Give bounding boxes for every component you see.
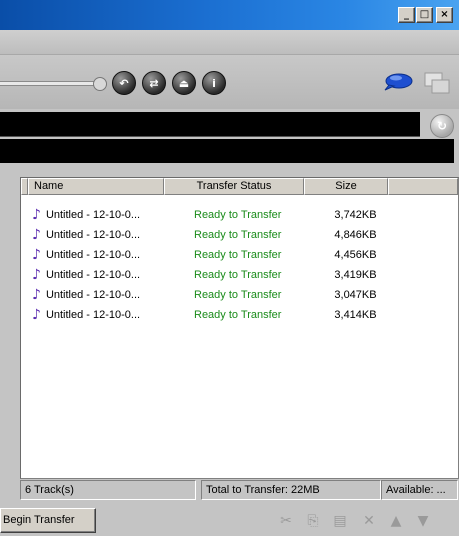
chat-bubble-icon[interactable] [383,73,413,91]
table-row[interactable]: ♪ Untitled - 12-10-0... Ready to Transfer 4… [21,245,458,265]
track-name-cell: ♪ Untitled - 12-10-0... [21,308,183,322]
track-size: 3,047KB [334,289,377,301]
window-titlebar: _ □ × [0,0,459,30]
track-name-cell: ♪ Untitled - 12-10-0... [21,268,183,282]
eject-button[interactable]: ⏏ [172,71,196,95]
display-field-top [0,112,420,137]
seek-track[interactable] [0,81,94,86]
sync-button[interactable]: ⇄ [142,71,166,95]
maximize-button[interactable]: □ [416,7,433,23]
close-icon: × [440,9,449,20]
track-name: Untitled - 12-10-0... [45,289,141,301]
music-note-icon: ♪ [32,307,41,323]
minimize-button[interactable]: _ [398,7,415,23]
header-spacer [21,178,28,195]
track-name: Untitled - 12-10-0... [45,209,141,221]
begin-transfer-button[interactable]: Begin Transfer [0,508,96,533]
track-name: Untitled - 12-10-0... [45,309,141,321]
move-down-icon[interactable]: ▼ [413,512,433,530]
table-row[interactable]: ♪ Untitled - 12-10-0... Ready to Transfer 4… [21,225,458,245]
column-header-extra[interactable] [388,178,458,195]
display-field-bottom [0,139,454,163]
list-header: Name Transfer Status Size [21,178,458,195]
sync-icon: ⇄ [149,76,159,90]
move-up-icon[interactable]: ▲ [386,512,406,530]
total-to-transfer: Total to Transfer: 22MB [201,480,381,500]
music-note-icon: ♪ [32,267,41,283]
eject-icon: ⏏ [178,76,190,90]
paste-icon[interactable]: ▤ [330,512,350,530]
seek-handle[interactable] [93,77,107,91]
track-size: 3,742KB [334,209,377,221]
track-name: Untitled - 12-10-0... [45,249,141,261]
transfer-status: Ready to Transfer [194,309,282,321]
transfer-status: Ready to Transfer [194,289,282,301]
cut-icon[interactable]: ✂ [276,512,296,530]
track-name: Untitled - 12-10-0... [45,229,141,241]
track-size: 3,414KB [334,309,377,321]
track-name-cell: ♪ Untitled - 12-10-0... [21,228,183,242]
track-name: Untitled - 12-10-0... [45,269,141,281]
copy-icon[interactable]: ⎘ [303,512,323,530]
table-row[interactable]: ♪ Untitled - 12-10-0... Ready to Transfer 3… [21,285,458,305]
compact-view-icon[interactable] [424,72,450,94]
status-bar: 6 Track(s) Total to Transfer: 22MB Avail… [20,480,458,500]
window-controls: _ □ × [398,7,453,23]
track-size: 4,846KB [334,229,377,241]
transfer-status: Ready to Transfer [194,249,282,261]
track-count: 6 Track(s) [20,480,196,500]
transfer-list: Name Transfer Status Size ♪ Untitled - 12… [20,177,459,479]
transfer-status: Ready to Transfer [194,209,282,221]
music-note-icon: ♪ [32,227,41,243]
track-name-cell: ♪ Untitled - 12-10-0... [21,208,183,222]
music-note-icon: ♪ [32,207,41,223]
music-note-icon: ♪ [32,287,41,303]
music-note-icon: ♪ [32,247,41,263]
track-name-cell: ♪ Untitled - 12-10-0... [21,288,183,302]
table-row[interactable]: ♪ Untitled - 12-10-0... Ready to Transfer 3… [21,265,458,285]
info-icon: i [212,76,216,90]
available-space: Available: ... [381,480,458,500]
track-size: 4,456KB [334,249,377,261]
maximize-icon: □ [419,9,430,20]
info-button[interactable]: i [202,71,226,95]
transfer-status: Ready to Transfer [194,269,282,281]
close-button[interactable]: × [436,7,453,23]
column-header-status[interactable]: Transfer Status [164,178,304,195]
delete-icon[interactable]: ✕ [359,512,379,530]
table-row[interactable]: ♪ Untitled - 12-10-0... Ready to Transfer 3… [21,305,458,325]
track-name-cell: ♪ Untitled - 12-10-0... [21,248,183,262]
bottom-toolbar: Begin Transfer ✂ ⎘ ▤ ✕ ▲ ▼ [0,507,459,536]
menu-strip [0,30,459,55]
table-row[interactable]: ♪ Untitled - 12-10-0... Ready to Transfer 3… [21,205,458,225]
minimize-icon: _ [404,9,409,20]
column-header-size[interactable]: Size [304,178,388,195]
list-rows: ♪ Untitled - 12-10-0... Ready to Transfer 3… [21,205,458,325]
begin-transfer-label: Begin Transfer [3,514,75,526]
refresh-icon[interactable]: ↻ [430,114,454,138]
column-header-name[interactable]: Name [28,178,164,195]
back-button[interactable]: ↶ [112,71,136,95]
transfer-status: Ready to Transfer [194,229,282,241]
track-size: 3,419KB [334,269,377,281]
back-icon: ↶ [119,76,129,90]
